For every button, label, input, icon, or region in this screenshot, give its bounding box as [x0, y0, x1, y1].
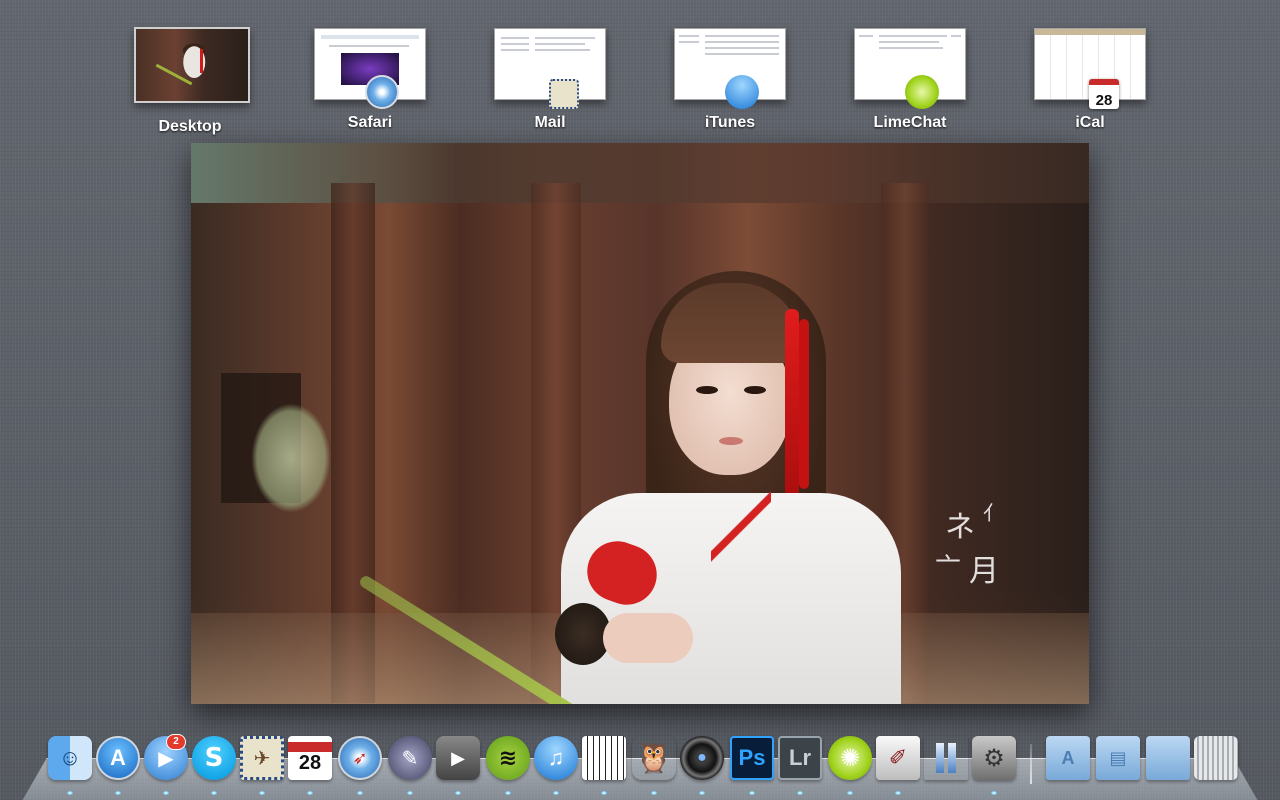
- calligraphy-watermark: ネ ⺅ 亠 月: [935, 501, 1003, 589]
- dock-item-ical[interactable]: 28: [288, 736, 332, 795]
- ical-icon: 28: [288, 736, 332, 780]
- lightroom-icon: Lr: [778, 736, 822, 780]
- limechat-icon: ✺: [828, 736, 872, 780]
- ical-icon: 28: [1089, 79, 1119, 109]
- dock-item-itunes[interactable]: ♫: [534, 736, 578, 795]
- dock-item-piano[interactable]: [582, 736, 626, 795]
- script-editor-icon: ✐: [876, 736, 920, 780]
- dock-item-limechat[interactable]: ✺: [828, 736, 872, 795]
- owl-icon: 🦉: [632, 736, 676, 780]
- space-label-mail: Mail: [534, 114, 566, 131]
- dock-item-facetime[interactable]: ▶ 2: [144, 734, 188, 795]
- space-ical[interactable]: 28 iCal: [1034, 28, 1146, 132]
- safari-thumbnail[interactable]: [314, 28, 426, 109]
- desktop-thumbnail[interactable]: [134, 27, 250, 103]
- camera-lens-icon: ●: [680, 736, 724, 780]
- dock-item-system-preferences[interactable]: ⚙: [972, 736, 1016, 795]
- limechat-icon: [905, 75, 939, 109]
- ical-date: 28: [1095, 92, 1113, 109]
- space-label-limechat: LimeChat: [873, 114, 947, 131]
- finder-icon: ☺: [48, 736, 92, 780]
- dock-item-safari[interactable]: ➶: [338, 736, 382, 795]
- ilife-icon: ✎: [388, 736, 432, 780]
- dock-item-app-store[interactable]: A: [96, 736, 140, 795]
- dock-item-skype[interactable]: S: [192, 736, 236, 795]
- trash-icon: [1194, 736, 1238, 780]
- documents-folder-icon: ▤: [1096, 736, 1140, 780]
- space-label-safari: Safari: [347, 114, 393, 131]
- dock-item-lightroom[interactable]: Lr: [778, 736, 822, 795]
- limechat-thumbnail[interactable]: [854, 28, 966, 109]
- spotify-icon: ≋: [486, 736, 530, 780]
- mail-icon: ✈: [240, 736, 284, 780]
- dvd-player-icon: ▶: [436, 736, 480, 780]
- safari-icon: [365, 75, 399, 109]
- dock-item-ilife[interactable]: ✎: [388, 736, 432, 795]
- space-limechat[interactable]: LimeChat: [854, 28, 966, 132]
- space-desktop[interactable]: Desktop: [134, 27, 250, 136]
- space-safari[interactable]: Safari: [314, 28, 426, 132]
- app-store-icon: A: [96, 736, 140, 780]
- ical-dock-date: 28: [298, 751, 322, 774]
- samurai-girl-wallpaper[interactable]: ネ ⺅ 亠 月: [191, 143, 1089, 704]
- dock-stack-downloads[interactable]: [1146, 736, 1190, 782]
- spaces-strip: Desktop Safari Mail iTunes LimeChat 28 i…: [0, 0, 1280, 140]
- notification-badge: 2: [166, 734, 186, 750]
- mail-thumbnail[interactable]: [494, 28, 606, 109]
- itunes-icon: ♫: [534, 736, 578, 780]
- dock-stack-documents[interactable]: ▤: [1096, 736, 1140, 782]
- dock-item-owl[interactable]: 🦉: [632, 736, 676, 795]
- piano-icon: [582, 736, 626, 780]
- skype-icon: S: [192, 736, 236, 780]
- dock-item-columns[interactable]: [924, 736, 968, 782]
- dock-item-spotify[interactable]: ≋: [486, 736, 530, 795]
- desktop-wallpaper-thumb: [136, 29, 248, 101]
- space-mail[interactable]: Mail: [494, 28, 606, 132]
- dock-item-trash[interactable]: [1194, 736, 1238, 782]
- ical-thumbnail[interactable]: 28: [1034, 28, 1146, 109]
- space-itunes[interactable]: iTunes: [674, 28, 786, 132]
- dock-divider: [1030, 744, 1032, 784]
- space-label-itunes: iTunes: [704, 114, 756, 131]
- dock-item-camera[interactable]: ●: [680, 736, 724, 795]
- photoshop-icon: Ps: [730, 736, 774, 780]
- dock-item-photoshop[interactable]: Ps: [730, 736, 774, 795]
- safari-icon: ➶: [338, 736, 382, 780]
- dock-item-mail[interactable]: ✈: [240, 736, 284, 795]
- dock: ☺ A ▶ 2 S ✈ 28 ➶ ✎ ▶ ≋ ♫ 🦉 ● Ps Lr ✺ ✐ ⚙…: [0, 734, 1280, 800]
- dock-item-dvd-player[interactable]: ▶: [436, 736, 480, 795]
- dock-stack-applications[interactable]: A: [1046, 736, 1090, 782]
- mail-icon: [549, 79, 579, 109]
- system-preferences-icon: ⚙: [972, 736, 1016, 780]
- applications-folder-icon: A: [1046, 736, 1090, 780]
- itunes-icon: [725, 75, 759, 109]
- downloads-folder-icon: [1146, 736, 1190, 780]
- dock-item-script-editor[interactable]: ✐: [876, 736, 920, 795]
- itunes-thumbnail[interactable]: [674, 28, 786, 109]
- space-label-ical: iCal: [1075, 114, 1105, 131]
- columns-icon: [924, 736, 968, 780]
- space-label-desktop: Desktop: [158, 118, 222, 135]
- dock-item-finder[interactable]: ☺: [48, 736, 92, 795]
